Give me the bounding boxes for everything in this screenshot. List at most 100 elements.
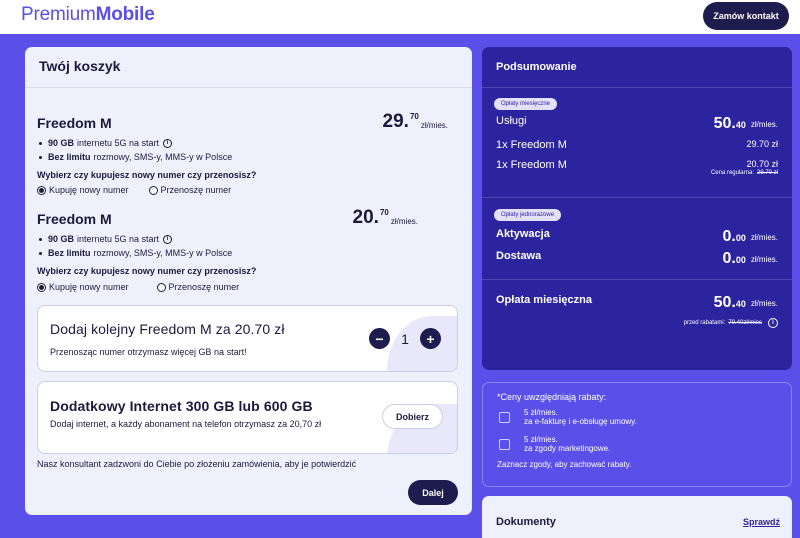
feature-text: internetu 5G na start — [77, 234, 160, 244]
extra-internet-subtitle: Dodaj internet, a każdy abonament na tel… — [50, 419, 322, 429]
amount-integer: 0. — [722, 250, 736, 267]
site-header: PremiumMobile Zamów kontakt — [0, 0, 800, 34]
feature-text: rozmowy, SMS-y, MMS-y w Polsce — [93, 248, 233, 258]
quantity-value: 1 — [401, 330, 409, 347]
line-item-value: 29.70 zł — [746, 139, 778, 149]
extra-internet-title: Dodatkowy Internet 300 GB lub 600 GB — [50, 398, 313, 414]
checkbox[interactable] — [499, 439, 510, 450]
logo-prefix: Premium — [21, 4, 96, 25]
amount-unit: zł/mies. — [750, 233, 778, 242]
number-choice: Kupuję nowy numer Przenoszę numer — [37, 282, 259, 292]
cart-panel: Twój koszyk Freedom M 29. 70 zł/mies. 90… — [25, 47, 472, 515]
radio-checked-icon[interactable] — [37, 185, 46, 195]
amount-decimal: 40 — [735, 120, 746, 130]
radio-port-number[interactable]: Przenoszę numer — [148, 185, 232, 195]
line-item-value: 20.70 zł — [746, 159, 778, 169]
before-discount-label: przed rabatami: — [683, 320, 726, 326]
bullet-icon — [39, 251, 42, 255]
activation-label: Aktywacja — [496, 228, 550, 240]
radio-unchecked-icon[interactable] — [156, 282, 166, 292]
consent-text: 5 zł/mies. za e-fakturę i e-obsługę umow… — [524, 408, 637, 426]
bullet-icon — [39, 237, 42, 241]
consent-amount: 5 zł/mies. — [524, 408, 558, 417]
bullet-icon — [39, 141, 42, 145]
total-amount: 50. 40 zł/mies. — [714, 294, 778, 312]
amount-integer: 0. — [722, 228, 736, 245]
amount-unit: zł/mies. — [750, 255, 778, 264]
bullet-icon — [39, 155, 42, 159]
decrement-button[interactable]: − — [369, 328, 390, 349]
radio-port-number[interactable]: Przenoszę numer — [156, 282, 240, 292]
info-icon[interactable]: i — [768, 318, 778, 328]
add-plan-title: Dodaj kolejny Freedom M za 20.70 zł — [50, 321, 285, 337]
delivery-amount: 0. 00 zł/mies. — [723, 250, 778, 268]
add-internet-button[interactable]: Dobierz — [382, 404, 443, 429]
increment-button[interactable]: + — [420, 328, 441, 349]
radio-new-number[interactable]: Kupuję nowy numer — [37, 282, 129, 292]
total-row: Opłata miesięczna 50. 40 zł/mies. — [496, 294, 778, 312]
price-integer: 29. — [382, 111, 409, 132]
number-question: Wybierz czy kupujesz nowy numer czy prze… — [37, 266, 257, 276]
logo[interactable]: PremiumMobile — [21, 4, 155, 26]
before-discount-value: 79.40zł/mies — [728, 320, 762, 326]
quantity-stepper: − 1 + — [369, 328, 441, 349]
divider — [482, 87, 792, 88]
activation-row: Aktywacja 0. 00 zł/mies. — [496, 228, 778, 246]
delivery-row: Dostawa 0. 00 zł/mies. — [496, 250, 778, 268]
line-item-label: 1x Freedom M — [496, 139, 567, 151]
radio-checked-icon[interactable] — [37, 282, 46, 292]
price-decimal: 70 — [379, 208, 389, 217]
price-unit: zł/mies. — [390, 217, 418, 226]
services-row: Usługi 50. 40 zł/mies. — [496, 115, 778, 133]
documents-title: Dokumenty — [496, 516, 556, 528]
feature-bold: 90 GB — [48, 138, 75, 148]
regular-price-label: Cena regularna: — [710, 170, 754, 176]
discounts-footer: Zaznacz zgody, aby zachować rabaty. — [497, 460, 632, 469]
order-contact-button[interactable]: Zamów kontakt — [703, 2, 789, 30]
consent-einvoice[interactable]: 5 zł/mies. za e-fakturę i e-obsługę umow… — [497, 408, 637, 426]
radio-label: Przenoszę numer — [160, 185, 232, 195]
discounts-panel: *Ceny uwzględniają rabaty: 5 zł/mies. za… — [482, 382, 792, 487]
before-discount-note: przed rabatami: 79.40zł/mies i — [684, 318, 778, 328]
consultant-note: Nasz konsultant zadzwoni do Ciebie po zł… — [37, 459, 357, 469]
price-integer: 20. — [352, 207, 379, 228]
divider — [482, 197, 792, 198]
radio-label: Przenoszę numer — [168, 282, 240, 292]
discounts-heading: *Ceny uwzględniają rabaty: — [497, 392, 607, 402]
divider — [25, 87, 472, 88]
amount-decimal: 00 — [735, 233, 746, 243]
total-label: Opłata miesięczna — [496, 294, 592, 306]
info-icon[interactable]: i — [163, 138, 173, 148]
feature-bold: 90 GB — [48, 234, 75, 244]
plan-price: 29. 70 zł/mies. — [383, 111, 448, 133]
feature-calls: Bez limitu rozmowy, SMS-y, MMS-y w Polsc… — [37, 152, 232, 162]
consent-description: za zgody marketingowe. — [524, 444, 611, 453]
one-time-fees-badge: Opłaty jednorazowe — [494, 209, 562, 221]
documents-panel: Dokumenty Sprawdź — [482, 496, 792, 538]
amount-unit: zł/mies. — [750, 120, 778, 129]
feature-text: internetu 5G na start — [77, 138, 160, 148]
activation-amount: 0. 00 zł/mies. — [723, 228, 778, 246]
cart-title: Twój koszyk — [39, 58, 121, 74]
regular-price-note: Cena regularna: 29.70 zł — [711, 170, 778, 176]
number-question: Wybierz czy kupujesz nowy numer czy prze… — [37, 170, 257, 180]
radio-new-number[interactable]: Kupuję nowy numer — [37, 185, 129, 195]
amount-decimal: 40 — [735, 299, 746, 309]
consent-text: 5 zł/mies. za zgody marketingowe. — [524, 435, 610, 453]
radio-unchecked-icon[interactable] — [148, 185, 158, 195]
price-decimal: 70 — [409, 112, 419, 121]
plan-item: Freedom M 20. 70 zł/mies. 90 GB internet… — [37, 207, 462, 301]
check-documents-link[interactable]: Sprawdź — [743, 517, 780, 527]
plan-name: Freedom M — [37, 115, 112, 131]
monthly-fees-badge: Opłaty miesięczne — [494, 98, 558, 110]
radio-label: Kupuję nowy numer — [49, 282, 129, 292]
next-button[interactable]: Dalej — [408, 480, 458, 505]
summary-panel: Podsumowanie Opłaty miesięczne Usługi 50… — [482, 47, 792, 370]
info-icon[interactable]: i — [163, 234, 173, 244]
consent-marketing[interactable]: 5 zł/mies. za zgody marketingowe. — [497, 435, 610, 453]
summary-title: Podsumowanie — [496, 61, 577, 73]
amount-decimal: 00 — [735, 255, 746, 265]
regular-price-value: 29.70 zł — [756, 170, 778, 176]
plan-name: Freedom M — [37, 211, 112, 227]
checkbox[interactable] — [499, 412, 510, 423]
